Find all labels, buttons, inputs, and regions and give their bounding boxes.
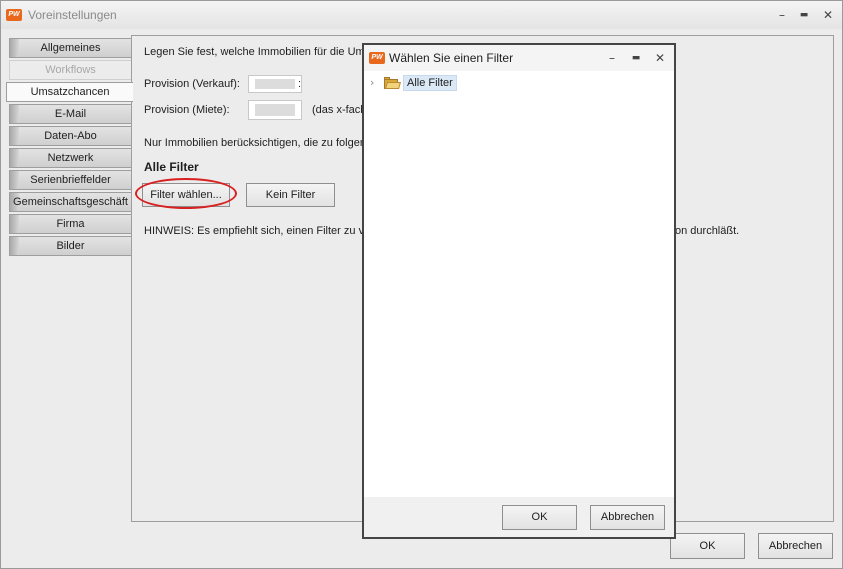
tab-label: Firma (56, 218, 85, 230)
close-icon[interactable]: ✕ (652, 50, 668, 66)
provision-sale-suffix: : (298, 78, 302, 90)
settings-tab-list: Allgemeines Workflows Umsatzchancen E-Ma… (6, 38, 133, 258)
tab-label: Workflows (45, 64, 96, 76)
app-logo-icon: PW (6, 9, 22, 21)
window-titlebar[interactable]: PW Voreinstellungen – ▬ ✕ (1, 1, 842, 29)
filter-tree[interactable]: › Alle Filter (364, 71, 674, 497)
tab-label: Umsatzchancen (30, 86, 110, 98)
provision-rent-label: Provision (Miete): (144, 104, 230, 116)
filter-dialog: PW Wählen Sie einen Filter – ▬ ✕ › Alle … (362, 43, 676, 539)
tab-label: Netzwerk (47, 152, 94, 164)
provision-sale-label: Provision (Verkauf): (144, 78, 240, 90)
dialog-titlebar[interactable]: PW Wählen Sie einen Filter – ▬ ✕ (364, 45, 674, 71)
dialog-ok-button[interactable]: OK (502, 505, 577, 530)
provision-sale-field[interactable] (248, 75, 302, 93)
tab-label: Serienbrieffelder (30, 174, 111, 186)
tab-bilder[interactable]: Bilder (9, 236, 132, 256)
ok-button[interactable]: OK (670, 533, 745, 559)
tab-serienbrieffelder[interactable]: Serienbrieffelder (9, 170, 132, 190)
tab-gemeinschaftsgeschaeft[interactable]: Gemeinschaftsgeschäft (9, 192, 132, 212)
tab-firma[interactable]: Firma (9, 214, 132, 234)
tab-label: E-Mail (54, 108, 87, 120)
tab-label: Allgemeines (40, 42, 101, 54)
app-logo-icon: PW (369, 52, 385, 64)
hint-text-right: on durchläßt. (675, 225, 740, 237)
tab-label: Gemeinschaftsgeschäft (13, 196, 128, 208)
close-icon[interactable]: ✕ (820, 7, 836, 23)
filter-heading: Alle Filter (144, 160, 199, 174)
tree-node-alle-filter[interactable]: › Alle Filter (370, 74, 457, 91)
filter-intro-text: Nur Immobilien berücksichtigen, die zu f… (144, 137, 373, 149)
tab-label: Bilder (56, 240, 85, 252)
tab-allgemeines[interactable]: Allgemeines (9, 38, 132, 58)
minimize-icon[interactable]: – (774, 7, 790, 23)
tab-label: Daten-Abo (44, 130, 97, 142)
highlight-ring (135, 178, 237, 209)
dialog-cancel-button[interactable]: Abbrechen (590, 505, 665, 530)
tab-umsatzchancen[interactable]: Umsatzchancen (6, 82, 133, 102)
maximize-icon[interactable]: ▬ (796, 7, 812, 23)
tab-e-mail[interactable]: E-Mail (9, 104, 132, 124)
provision-rent-hint: (das x-fach (312, 104, 367, 116)
hint-text-left: HINWEIS: Es empfiehlt sich, einen Filter… (144, 225, 371, 237)
expand-arrow-icon[interactable]: › (370, 76, 380, 89)
tab-daten-abo[interactable]: Daten-Abo (9, 126, 132, 146)
window-title: Voreinstellungen (28, 8, 117, 22)
maximize-icon[interactable]: ▬ (628, 50, 644, 66)
cancel-button[interactable]: Abbrechen (758, 533, 833, 559)
minimize-icon[interactable]: – (604, 50, 620, 66)
tab-netzwerk[interactable]: Netzwerk (9, 148, 132, 168)
tab-workflows: Workflows (9, 60, 132, 80)
provision-rent-field[interactable] (248, 100, 302, 120)
dialog-title: Wählen Sie einen Filter (389, 51, 514, 65)
intro-text: Legen Sie fest, welche Immobilien für di… (144, 46, 371, 58)
folder-icon (384, 76, 401, 89)
no-filter-button[interactable]: Kein Filter (246, 183, 335, 207)
tree-node-label: Alle Filter (403, 74, 457, 91)
